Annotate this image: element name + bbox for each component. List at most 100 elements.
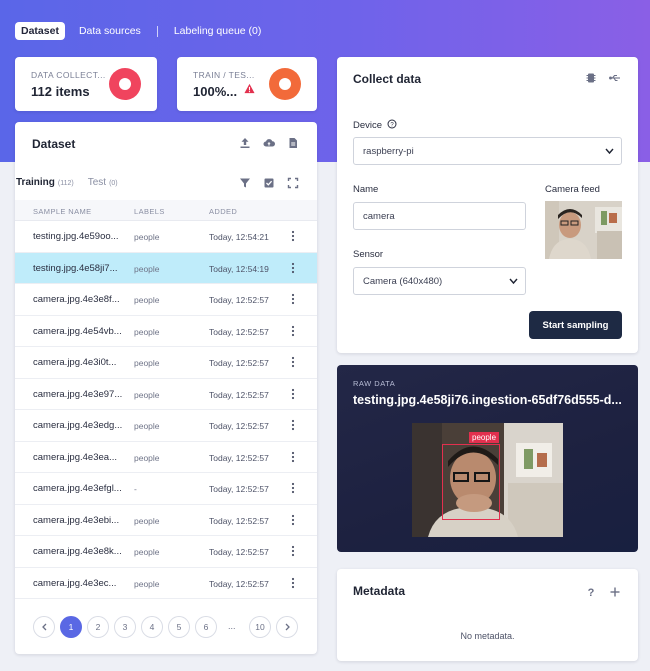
added-cell: Today, 12:52:57 <box>209 389 269 400</box>
tab-test[interactable]: Test (0) <box>88 177 118 188</box>
table-row[interactable]: camera.jpg.4e54vb... people Today, 12:52:5… <box>15 316 317 347</box>
page-4-button[interactable]: 4 <box>141 616 163 638</box>
page-1-button[interactable]: 1 <box>60 616 82 638</box>
train-test-card: TRAIN / TES... 100%... <box>177 57 317 111</box>
table-row[interactable]: camera.jpg.4e3edg... people Today, 12:52:5… <box>15 410 317 442</box>
train-test-value: 100%... <box>193 84 238 99</box>
cloud-upload-icon[interactable] <box>262 136 276 150</box>
add-metadata-icon[interactable] <box>608 585 622 599</box>
upload-icon[interactable] <box>238 136 252 150</box>
metadata-title: Metadata <box>353 584 406 598</box>
chip-icon[interactable] <box>584 71 598 85</box>
export-file-icon[interactable] <box>286 136 300 150</box>
more-options-icon[interactable] <box>289 451 297 463</box>
table-row[interactable]: camera.jpg.4e3e8k... people Today, 12:52:5… <box>15 536 317 568</box>
sample-name-cell: camera.jpg.4e54vb... <box>33 325 122 337</box>
table-row[interactable]: camera.jpg.4e3efgl... - Today, 12:52:57 <box>15 473 317 505</box>
tab-training[interactable]: Training (112) <box>16 177 74 188</box>
sample-name-cell: camera.jpg.4e3e8k... <box>33 546 122 557</box>
camera-feed-preview <box>545 201 622 259</box>
sample-name-cell: camera.jpg.4e3e97... <box>33 388 123 400</box>
train-test-label: TRAIN / TES... <box>193 70 255 80</box>
sensor-select[interactable]: Camera (640x480) <box>353 267 526 295</box>
select-checkbox-icon[interactable] <box>262 176 276 190</box>
labels-cell: people <box>134 358 160 368</box>
camera-feed-image <box>545 201 622 259</box>
labels-cell: people <box>134 232 160 242</box>
added-cell: Today, 12:54:19 <box>209 263 269 274</box>
table-row[interactable]: camera.jpg.4e3ebi... people Today, 12:52:5… <box>15 505 317 536</box>
sample-name-cell: testing.jpg.4e59oo... <box>33 231 119 242</box>
table-row[interactable]: camera.jpg.4e3ea... people Today, 12:52:57 <box>15 442 317 473</box>
raw-data-title: testing.jpg.4e58ji76.ingestion-65df76d55… <box>353 393 622 407</box>
sample-name-cell: camera.jpg.4e3e8f... <box>33 294 120 305</box>
usb-icon[interactable] <box>608 71 622 85</box>
table-row[interactable]: camera.jpg.4e3e8f... people Today, 12:52:5… <box>15 284 317 316</box>
data-collected-label: DATA COLLECT... <box>31 70 106 80</box>
page-5-button[interactable]: 5 <box>168 616 190 638</box>
table-row[interactable]: testing.jpg.4e59oo... people Today, 12:54:… <box>15 221 317 253</box>
collect-data-title: Collect data <box>353 72 422 86</box>
dataset-title: Dataset <box>32 137 76 151</box>
more-options-icon[interactable] <box>289 482 297 494</box>
table-row[interactable]: testing.jpg.4e58ji7... people Today, 12:54… <box>15 252 317 284</box>
no-metadata-text: No metadata. <box>460 631 515 641</box>
table-row[interactable]: camera.jpg.4e3i0t... people Today, 12:52:5… <box>15 347 317 379</box>
page-3-button[interactable]: 3 <box>114 616 136 638</box>
sample-name-cell: camera.jpg.4e3ebi... <box>33 514 120 526</box>
name-input-value: camera <box>363 210 395 222</box>
tab-divider <box>156 25 158 37</box>
device-select[interactable]: raspberry-pi <box>353 137 622 165</box>
table-header: SAMPLE NAME LABELS ADDED <box>15 200 317 221</box>
more-options-icon[interactable] <box>289 325 297 337</box>
labels-cell: people <box>134 452 160 463</box>
svg-text:?: ? <box>588 587 595 598</box>
tab-labeling-queue[interactable]: Labeling queue (0) <box>168 22 268 40</box>
added-cell: Today, 12:52:57 <box>209 421 269 431</box>
top-tabs: Dataset Data sources Labeling queue (0) <box>15 21 267 41</box>
table-row[interactable]: camera.jpg.4e3ec... people Today, 12:52:57 <box>15 568 317 599</box>
help-icon[interactable]: ? <box>584 585 598 599</box>
tab-training-label: Training <box>16 177 55 188</box>
page-10-button[interactable]: 10 <box>249 616 271 638</box>
page-2-button[interactable]: 2 <box>87 616 109 638</box>
more-options-icon[interactable] <box>289 577 297 589</box>
added-cell: Today, 12:52:57 <box>209 484 269 494</box>
tab-data-sources[interactable]: Data sources <box>73 22 147 40</box>
next-page-button[interactable] <box>276 616 298 638</box>
chevron-down-icon <box>509 278 518 285</box>
prev-page-button[interactable] <box>33 616 55 638</box>
device-label: Device ? <box>353 119 397 131</box>
labels-cell: people <box>134 389 160 400</box>
page-6-button[interactable]: 6 <box>195 616 217 638</box>
more-options-icon[interactable] <box>289 388 297 400</box>
more-options-icon[interactable] <box>289 230 297 242</box>
chevron-down-icon <box>605 148 614 155</box>
start-sampling-button[interactable]: Start sampling <box>529 311 622 339</box>
name-input[interactable]: camera <box>353 202 526 230</box>
column-labels: LABELS <box>134 207 165 216</box>
more-options-icon[interactable] <box>289 545 297 557</box>
expand-icon[interactable] <box>286 176 300 190</box>
raw-data-kicker: RAW DATA <box>353 379 396 388</box>
labels-cell: people <box>134 326 160 337</box>
more-options-icon[interactable] <box>289 514 297 526</box>
more-options-icon[interactable] <box>289 262 297 274</box>
camera-feed-label: Camera feed <box>545 184 600 195</box>
added-cell: Today, 12:52:57 <box>209 295 269 305</box>
sample-name-cell: testing.jpg.4e58ji7... <box>33 262 118 274</box>
pagination-ellipsis: ... <box>228 621 236 631</box>
added-cell: Today, 12:52:57 <box>209 578 269 589</box>
more-options-icon[interactable] <box>289 293 297 305</box>
column-added: ADDED <box>209 207 238 216</box>
table-row[interactable]: camera.jpg.4e3e97... people Today, 12:52:5… <box>15 379 317 410</box>
tab-test-count: (0) <box>109 180 118 187</box>
help-circle-icon[interactable]: ? <box>387 119 397 129</box>
added-cell: Today, 12:52:57 <box>209 515 269 526</box>
labels-cell: people <box>134 547 160 557</box>
more-options-icon[interactable] <box>289 419 297 431</box>
more-options-icon[interactable] <box>289 356 297 368</box>
tab-dataset[interactable]: Dataset <box>15 22 65 40</box>
chevron-right-icon <box>285 623 290 631</box>
filter-icon[interactable] <box>238 176 252 190</box>
